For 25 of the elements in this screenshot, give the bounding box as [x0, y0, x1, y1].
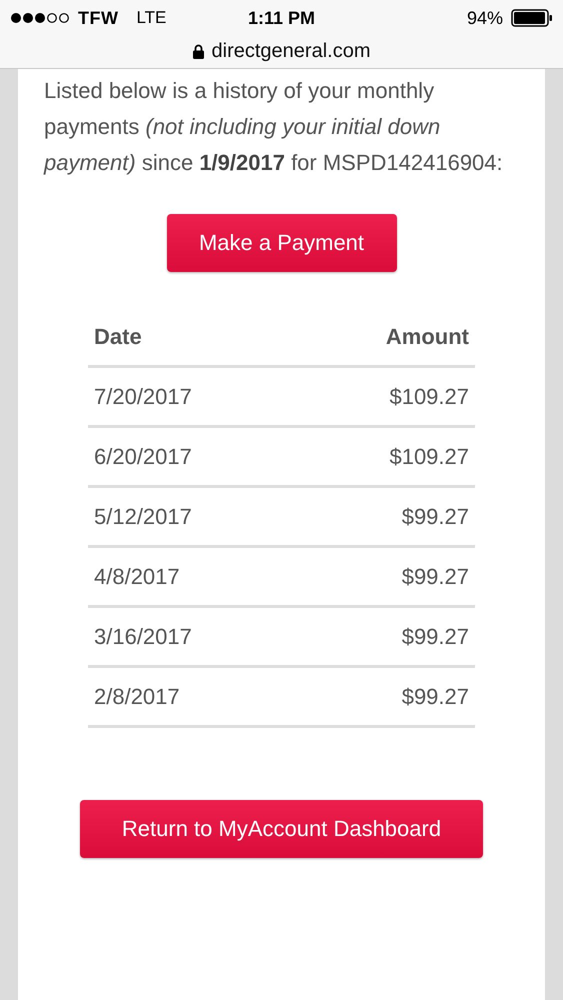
clock-time: 1:11 PM: [248, 8, 316, 28]
battery-percent: 94%: [466, 8, 503, 28]
return-dashboard-button[interactable]: Return to MyAccount Dashboard: [80, 800, 483, 858]
amount-cell: $99.27: [295, 486, 475, 546]
intro-paragraph: Listed below is a history of your monthly payments (not including your initial down payment) since 1/9/2017 for MSPD142416904:: [44, 77, 504, 177]
date-cell: 5/12/2017: [88, 486, 296, 546]
column-header: Amount: [295, 308, 475, 366]
date-cell: 2/8/2017: [88, 666, 296, 726]
battery-icon: [511, 9, 553, 27]
amount-cell: $99.27: [295, 546, 475, 606]
column-header: Date: [88, 308, 296, 366]
url-text[interactable]: directgeneral.com: [212, 40, 370, 62]
make-payment-button[interactable]: Make a Payment: [166, 214, 396, 272]
amount-cell: $109.27: [295, 426, 475, 486]
lock-icon: [192, 44, 204, 58]
date-cell: 6/20/2017: [88, 426, 296, 486]
date-cell: 3/16/2017: [88, 606, 296, 666]
amount-cell: $99.27: [295, 666, 475, 726]
amount-cell: $109.27: [295, 366, 475, 426]
signal-icon: [10, 12, 70, 24]
date-cell: 4/8/2017: [88, 546, 296, 606]
amount-cell: $99.27: [295, 606, 475, 666]
carrier-name: TFW: [78, 8, 118, 28]
date-cell: 7/20/2017: [88, 366, 296, 426]
network-type: LTE: [136, 8, 166, 28]
